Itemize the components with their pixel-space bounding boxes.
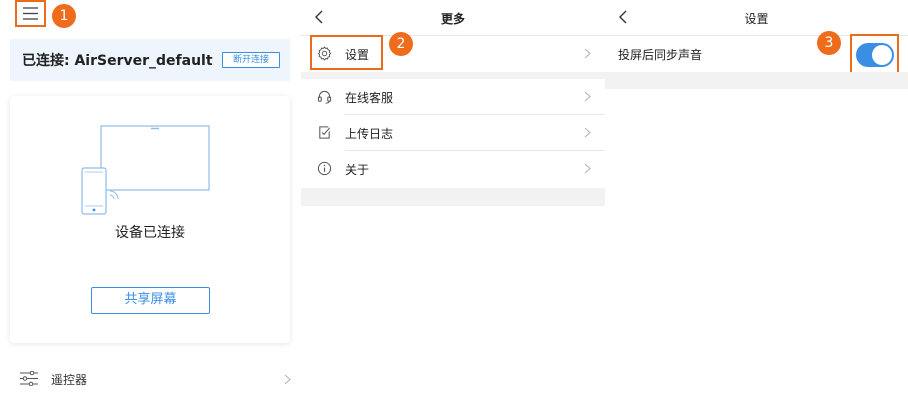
chevron-right-icon [584, 127, 591, 138]
menu-item-label: 关于 [345, 163, 370, 177]
menu-item-upload-log[interactable]: 上传日志 [301, 115, 605, 151]
disconnect-button[interactable]: 断开连接 [222, 52, 280, 68]
settings-highlight-box [310, 35, 383, 70]
remote-control-item[interactable]: 遥控器 [0, 365, 300, 395]
sync-audio-label: 投屏后同步声音 [618, 48, 703, 62]
section-divider [301, 72, 605, 79]
toggle-knob [872, 45, 892, 65]
chevron-right-icon [284, 374, 291, 385]
connection-bar: 已连接: AirServer_default 断开连接 [10, 39, 290, 81]
home-panel: 1 已连接: AirServer_default 断开连接 设备已连接 共享屏幕 [0, 0, 300, 412]
connected-label: 已连接: AirServer_default [22, 53, 213, 69]
more-panel: 更多 设置 2 在线客服 上传日志 关于 [301, 0, 605, 412]
step-badge-2: 2 [389, 32, 413, 56]
toggle-highlight-box [850, 34, 899, 76]
menu-button[interactable] [15, 0, 46, 27]
remote-control-label: 遥控器 [51, 373, 88, 387]
headset-icon [317, 90, 332, 104]
menu-item-label: 在线客服 [345, 91, 394, 105]
connection-status-text: 设备已连接 [115, 225, 185, 241]
page-title: 更多 [440, 12, 465, 26]
chevron-right-icon [584, 91, 591, 102]
sliders-icon [20, 371, 38, 386]
connection-card: 设备已连接 共享屏幕 [10, 96, 290, 343]
step-badge-1: 1 [52, 4, 76, 28]
info-icon [317, 161, 332, 176]
log-icon [319, 126, 331, 139]
device-connection-illustration [81, 125, 210, 215]
more-navbar: 更多 [301, 0, 605, 36]
step-badge-3: 3 [817, 31, 841, 55]
settings-navbar: 设置 [605, 0, 908, 36]
sync-audio-toggle[interactable] [856, 43, 894, 67]
chevron-right-icon [584, 163, 591, 174]
share-screen-button[interactable]: 共享屏幕 [91, 287, 210, 314]
menu-item-online-service[interactable]: 在线客服 [301, 79, 605, 115]
hamburger-menu-icon [23, 7, 38, 20]
page-title: 设置 [744, 12, 769, 26]
section-divider [605, 72, 908, 89]
menu-item-label: 上传日志 [345, 127, 394, 141]
settings-panel: 设置 投屏后同步声音 3 [605, 0, 908, 412]
bottom-divider [301, 188, 605, 206]
chevron-right-icon [584, 48, 591, 59]
menu-item-about[interactable]: 关于 [301, 151, 605, 187]
